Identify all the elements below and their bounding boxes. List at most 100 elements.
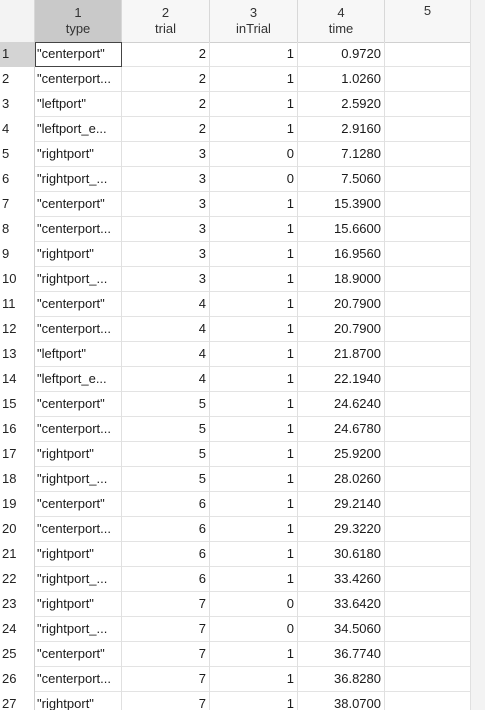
row-header[interactable]: 10 <box>0 267 35 292</box>
cell-time[interactable]: 2.5920 <box>298 92 385 117</box>
cell-intrial[interactable]: 0 <box>210 592 298 617</box>
cell-intrial[interactable]: 1 <box>210 217 298 242</box>
cell-empty[interactable] <box>385 392 471 417</box>
cell-intrial[interactable]: 1 <box>210 367 298 392</box>
cell-intrial[interactable]: 0 <box>210 167 298 192</box>
cell-intrial[interactable]: 1 <box>210 117 298 142</box>
cell-time[interactable]: 24.6240 <box>298 392 385 417</box>
cell-type[interactable]: "centerport... <box>35 517 122 542</box>
row-header[interactable]: 6 <box>0 167 35 192</box>
cell-intrial[interactable]: 1 <box>210 567 298 592</box>
cell-trial[interactable]: 7 <box>122 592 210 617</box>
cell-trial[interactable]: 3 <box>122 242 210 267</box>
row-header[interactable]: 19 <box>0 492 35 517</box>
cell-empty[interactable] <box>385 667 471 692</box>
cell-type[interactable]: "rightport" <box>35 442 122 467</box>
cell-trial[interactable]: 7 <box>122 617 210 642</box>
row-header[interactable]: 25 <box>0 642 35 667</box>
cell-type[interactable]: "centerport" <box>35 192 122 217</box>
cell-type[interactable]: "rightport_... <box>35 467 122 492</box>
cell-trial[interactable]: 5 <box>122 467 210 492</box>
row-header[interactable]: 18 <box>0 467 35 492</box>
cell-empty[interactable] <box>385 92 471 117</box>
cell-intrial[interactable]: 1 <box>210 342 298 367</box>
cell-time[interactable]: 24.6780 <box>298 417 385 442</box>
cell-time[interactable]: 2.9160 <box>298 117 385 142</box>
row-header[interactable]: 1 <box>0 42 35 67</box>
row-header[interactable]: 13 <box>0 342 35 367</box>
column-header-time[interactable]: 4 time <box>298 0 385 42</box>
cell-type[interactable]: "centerport" <box>35 642 122 667</box>
cell-time[interactable]: 20.7900 <box>298 317 385 342</box>
cell-intrial[interactable]: 1 <box>210 467 298 492</box>
vertical-scrollbar[interactable] <box>470 0 485 710</box>
cell-trial[interactable]: 2 <box>122 117 210 142</box>
cell-empty[interactable] <box>385 342 471 367</box>
cell-time[interactable]: 0.9720 <box>298 42 385 67</box>
cell-intrial[interactable]: 1 <box>210 42 298 67</box>
cell-empty[interactable] <box>385 542 471 567</box>
row-header[interactable]: 21 <box>0 542 35 567</box>
cell-time[interactable]: 20.7900 <box>298 292 385 317</box>
cell-type[interactable]: "leftport_e... <box>35 367 122 392</box>
cell-empty[interactable] <box>385 317 471 342</box>
cell-trial[interactable]: 3 <box>122 167 210 192</box>
column-header-5[interactable]: 5 <box>385 0 471 42</box>
cell-intrial[interactable]: 1 <box>210 642 298 667</box>
cell-intrial[interactable]: 1 <box>210 542 298 567</box>
row-header[interactable]: 11 <box>0 292 35 317</box>
row-header[interactable]: 2 <box>0 67 35 92</box>
cell-type[interactable]: "centerport" <box>35 392 122 417</box>
cell-time[interactable]: 7.1280 <box>298 142 385 167</box>
column-header-intrial[interactable]: 3 inTrial <box>210 0 298 42</box>
cell-trial[interactable]: 4 <box>122 342 210 367</box>
row-header[interactable]: 5 <box>0 142 35 167</box>
cell-time[interactable]: 33.4260 <box>298 567 385 592</box>
cell-intrial[interactable]: 1 <box>210 317 298 342</box>
cell-time[interactable]: 7.5060 <box>298 167 385 192</box>
cell-time[interactable]: 18.9000 <box>298 267 385 292</box>
cell-empty[interactable] <box>385 467 471 492</box>
cell-empty[interactable] <box>385 292 471 317</box>
variable-editor-grid[interactable]: 1 type 2 trial 3 inTrial 4 time 5 1 "cent… <box>0 0 485 710</box>
row-header[interactable]: 3 <box>0 92 35 117</box>
cell-type[interactable]: "rightport" <box>35 692 122 710</box>
row-header[interactable]: 4 <box>0 117 35 142</box>
cell-empty[interactable] <box>385 517 471 542</box>
cell-trial[interactable]: 3 <box>122 142 210 167</box>
cell-time[interactable]: 33.6420 <box>298 592 385 617</box>
cell-empty[interactable] <box>385 217 471 242</box>
cell-intrial[interactable]: 1 <box>210 667 298 692</box>
row-header[interactable]: 14 <box>0 367 35 392</box>
cell-time[interactable]: 21.8700 <box>298 342 385 367</box>
cell-type[interactable]: "rightport_... <box>35 167 122 192</box>
cell-trial[interactable]: 6 <box>122 492 210 517</box>
cell-type[interactable]: "rightport" <box>35 142 122 167</box>
cell-trial[interactable]: 3 <box>122 192 210 217</box>
cell-type[interactable]: "leftport" <box>35 342 122 367</box>
cell-type[interactable]: "leftport_e... <box>35 117 122 142</box>
cell-intrial[interactable]: 1 <box>210 517 298 542</box>
cell-type[interactable]: "centerport" <box>35 492 122 517</box>
cell-trial[interactable]: 3 <box>122 267 210 292</box>
cell-time[interactable]: 36.7740 <box>298 642 385 667</box>
cell-time[interactable]: 15.3900 <box>298 192 385 217</box>
cell-empty[interactable] <box>385 692 471 710</box>
cell-empty[interactable] <box>385 42 471 67</box>
cell-time[interactable]: 29.3220 <box>298 517 385 542</box>
cell-empty[interactable] <box>385 267 471 292</box>
cell-trial[interactable]: 3 <box>122 217 210 242</box>
cell-trial[interactable]: 7 <box>122 642 210 667</box>
cell-type[interactable]: "centerport" <box>35 292 122 317</box>
cell-intrial[interactable]: 1 <box>210 67 298 92</box>
cell-type[interactable]: "centerport... <box>35 417 122 442</box>
row-header[interactable]: 16 <box>0 417 35 442</box>
cell-trial[interactable]: 4 <box>122 292 210 317</box>
cell-trial[interactable]: 4 <box>122 367 210 392</box>
cell-empty[interactable] <box>385 192 471 217</box>
cell-empty[interactable] <box>385 367 471 392</box>
cell-intrial[interactable]: 1 <box>210 267 298 292</box>
cell-intrial[interactable]: 1 <box>210 417 298 442</box>
cell-type[interactable]: "centerport... <box>35 217 122 242</box>
cell-type[interactable]: "centerport" <box>35 42 122 67</box>
